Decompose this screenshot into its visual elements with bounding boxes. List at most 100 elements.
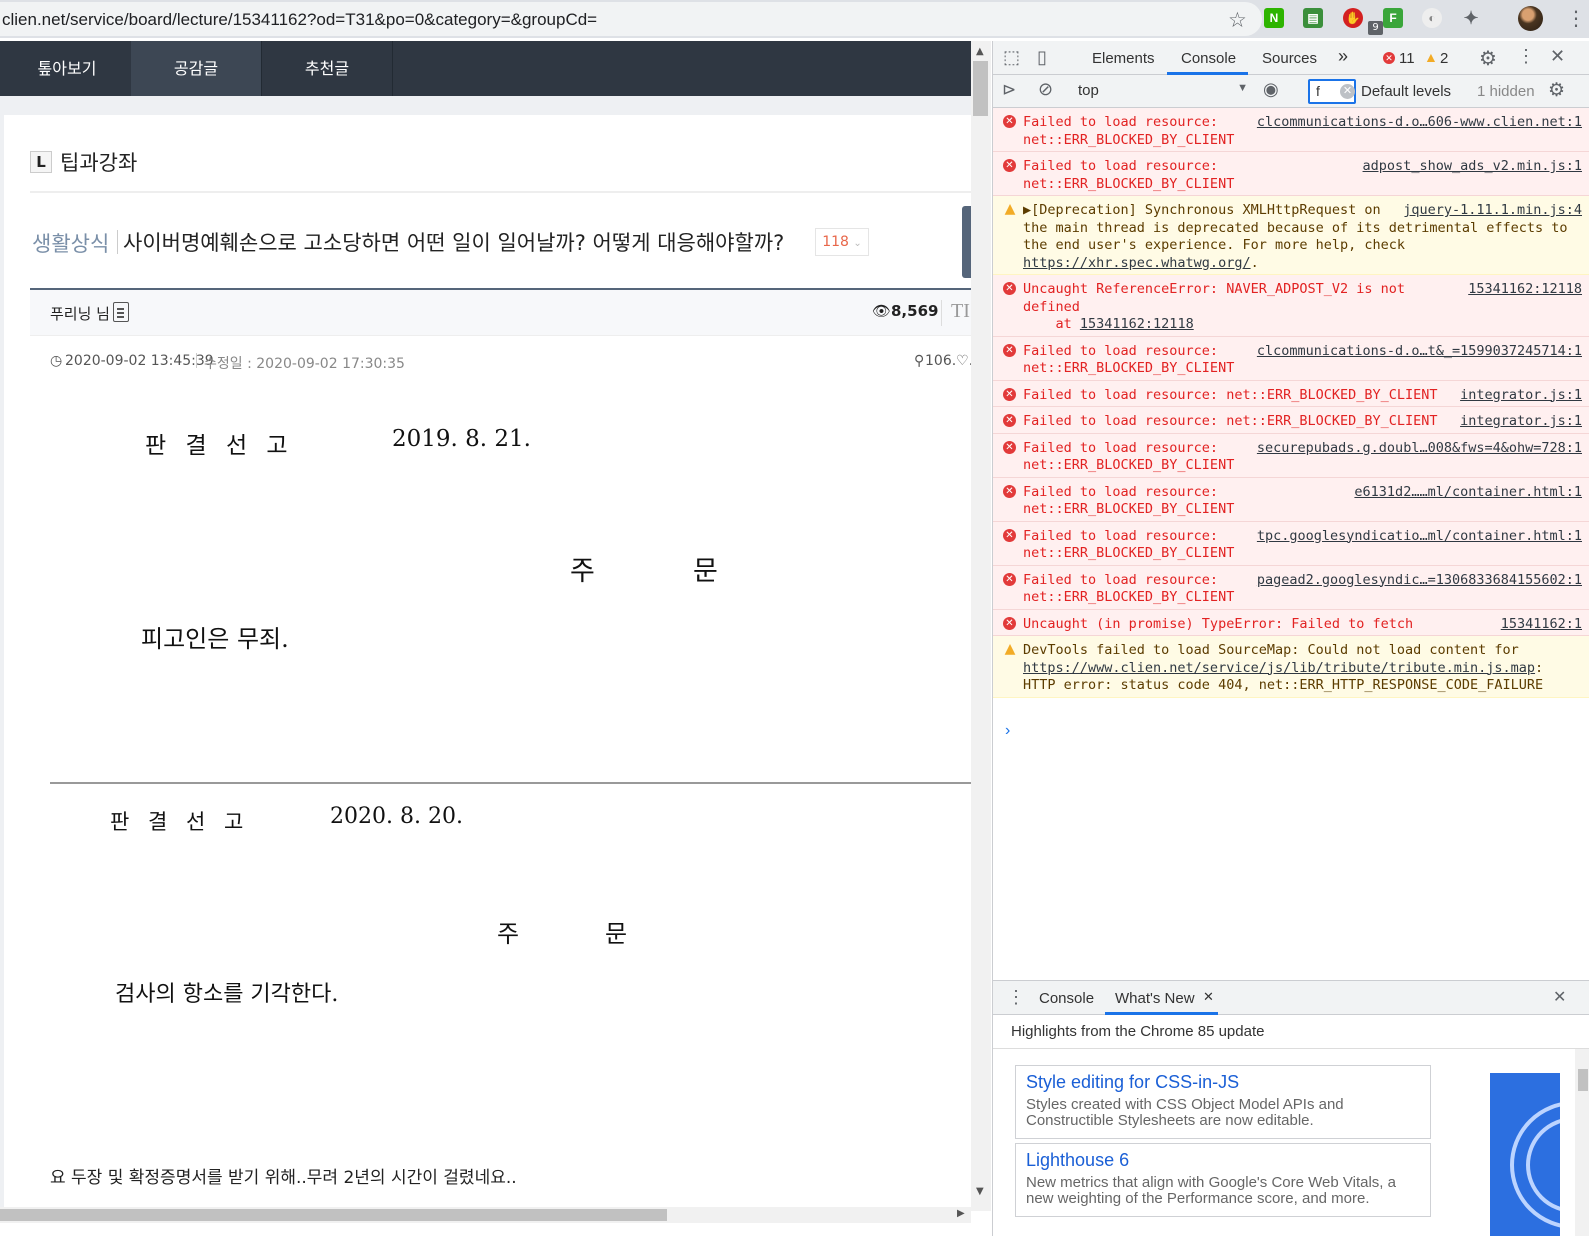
mouse-extension-icon[interactable]: ◐ <box>1422 8 1442 28</box>
message-source-link[interactable]: tpc.googlesyndicatio…ml/container.html:1 <box>1257 528 1582 546</box>
close-drawer-icon[interactable]: ✕ <box>1553 987 1566 1007</box>
close-devtools-icon[interactable]: ✕ <box>1550 46 1565 67</box>
message-source-link[interactable]: 15341162:12118 <box>1468 281 1582 299</box>
scroll-right-arrow-icon[interactable]: ▶ <box>957 1208 965 1219</box>
console-message[interactable]: ✕ e6131d2……ml/container.html:1 Failed to l… <box>993 477 1589 522</box>
console-message[interactable]: ✕ tpc.googlesyndicatio…ml/container.html:… <box>993 521 1589 566</box>
warning-icon[interactable]: ▲ <box>1424 49 1438 65</box>
console-message[interactable]: ✕ 15341162:1 Uncaught (in promise) TypeErr… <box>993 609 1589 636</box>
bookmark-star-icon[interactable]: ☆ <box>1228 8 1247 32</box>
nav-tab-popular[interactable]: 공감글 <box>131 41 262 96</box>
post-category[interactable]: 생활상식 <box>32 228 109 258</box>
stack-prefix: at <box>1023 316 1080 332</box>
console-message[interactable]: ✕ integrator.js:1 Failed to load resource:… <box>993 407 1589 434</box>
error-icon[interactable]: ✕ <box>1383 52 1395 64</box>
console-prompt[interactable]: › <box>1005 722 1010 740</box>
nav-tab-overview[interactable]: 톺아보기 <box>2 41 133 96</box>
warning-count[interactable]: 2 <box>1440 50 1448 67</box>
adblock-extension-icon[interactable]: ✋ <box>1343 8 1363 28</box>
tab-console[interactable]: Console <box>1181 50 1236 67</box>
stack-frame: at 15341162:12118 <box>1023 316 1582 334</box>
whats-new-heading: Highlights from the Chrome 85 update <box>1011 1023 1265 1040</box>
more-tabs-button[interactable]: » <box>1338 46 1348 67</box>
error-icon: ✕ <box>1003 387 1016 401</box>
extension-f-icon[interactable]: F <box>1383 8 1403 28</box>
console-message[interactable]: ✕ adpost_show_ads_v2.min.js:1 Failed to lo… <box>993 152 1589 196</box>
tab-elements[interactable]: Elements <box>1092 50 1155 67</box>
url-text[interactable]: clien.net/service/board/lecture/15341162… <box>2 10 597 30</box>
clock-icon: ◷ <box>50 353 63 369</box>
feature-card-title[interactable]: Style editing for CSS-in-JS <box>1026 1072 1420 1093</box>
settings-gear-icon[interactable]: ⚙ <box>1479 46 1497 71</box>
scrollbar-thumb[interactable] <box>1578 1069 1588 1091</box>
inspect-element-icon[interactable]: ⬚ <box>1003 47 1020 68</box>
error-count[interactable]: 11 <box>1399 50 1415 67</box>
message-text: Failed to load resource: net::ERR_BLOCKE… <box>1023 342 1235 377</box>
devtools-drawer: ⋮ Console What's New ✕ ✕ Highlights from… <box>993 980 1589 1236</box>
console-message[interactable]: ✕ integrator.js:1 Failed to load resource:… <box>993 380 1589 407</box>
message-source-link[interactable]: integrator.js:1 <box>1460 387 1582 405</box>
address-bar[interactable]: clien.net/service/board/lecture/15341162… <box>0 2 1262 36</box>
feature-card[interactable]: Style editing for CSS-in-JS Styles creat… <box>1015 1065 1431 1139</box>
device-toolbar-icon[interactable]: ▯ <box>1037 47 1047 68</box>
scroll-down-arrow-icon[interactable]: ▼ <box>976 1186 984 1197</box>
clear-filter-icon[interactable]: ✕ <box>1340 84 1355 99</box>
doc-date: 2020. 8. 20. <box>330 804 463 829</box>
author-name[interactable]: 푸리닝 님 <box>50 303 110 324</box>
browser-menu-icon[interactable]: ⋮ <box>1566 6 1586 30</box>
profile-avatar[interactable] <box>1518 6 1543 31</box>
board-name[interactable]: 팁과강좌 <box>60 147 137 177</box>
clear-console-icon[interactable]: ⊘ <box>1038 79 1053 100</box>
error-icon: ✕ <box>1003 159 1016 172</box>
dropdown-arrow-icon: ▼ <box>1237 82 1248 94</box>
message-source-link[interactable]: e6131d2……ml/container.html:1 <box>1354 484 1582 502</box>
console-message[interactable]: ▲ DevTools failed to load SourceMap: Coul… <box>993 636 1589 698</box>
console-message[interactable]: ✕ securepubads.g.doubl…008&fws=4&ohw=728:… <box>993 433 1589 478</box>
chevron-down-icon: ⌄ <box>853 238 862 249</box>
close-tab-icon[interactable]: ✕ <box>1203 989 1214 1005</box>
drawer-tab-console[interactable]: Console <box>1039 990 1094 1007</box>
console-message[interactable]: ✕ clcommunications-d.o…606-www.clien.net:… <box>993 108 1589 152</box>
feature-card[interactable]: Lighthouse 6 New metrics that align with… <box>1015 1143 1431 1217</box>
feature-card-desc: New metrics that align with Google's Cor… <box>1026 1174 1396 1207</box>
kebab-menu-icon[interactable]: ⋮ <box>1517 46 1535 67</box>
console-message[interactable]: ▲ jquery-1.11.1.min.js:4 ▶[Deprecation] Sy… <box>993 196 1589 275</box>
message-source-link[interactable]: adpost_show_ads_v2.min.js:1 <box>1363 158 1582 176</box>
scroll-up-arrow-icon[interactable]: ▲ <box>976 46 984 57</box>
message-source-link[interactable]: integrator.js:1 <box>1460 413 1582 431</box>
nav-tab-recommended[interactable]: 추천글 <box>262 41 393 96</box>
message-source-link[interactable]: jquery-1.11.1.min.js:4 <box>1403 202 1582 220</box>
console-settings-icon[interactable]: ⚙ <box>1548 79 1565 102</box>
drawer-tab-whats-new[interactable]: What's New <box>1115 990 1195 1007</box>
scrollbar-thumb[interactable] <box>0 1209 667 1221</box>
message-source-link[interactable]: clcommunications-d.o…606-www.clien.net:1 <box>1257 114 1582 132</box>
scrollbar-thumb[interactable] <box>973 61 988 116</box>
page-vertical-scrollbar[interactable] <box>971 41 991 1211</box>
stack-link[interactable]: 15341162:12118 <box>1080 316 1194 332</box>
document-icon[interactable] <box>113 302 129 322</box>
tab-sources[interactable]: Sources <box>1262 50 1317 67</box>
message-link[interactable]: https://www.clien.net/service/js/lib/tri… <box>1023 660 1535 676</box>
live-expression-eye-icon[interactable]: ◉ <box>1263 79 1279 100</box>
extension-green-icon[interactable]: ▤ <box>1303 8 1323 28</box>
message-source-link[interactable]: clcommunications-d.o…t&_=1599037245714:1 <box>1257 343 1582 361</box>
message-text: Failed to load resource: net::ERR_BLOCKE… <box>1023 114 1235 148</box>
divider <box>941 300 942 326</box>
feature-card-title[interactable]: Lighthouse 6 <box>1026 1150 1420 1171</box>
comment-count: 118 <box>822 234 849 250</box>
extensions-puzzle-icon[interactable]: ✦ <box>1461 8 1481 28</box>
message-source-link[interactable]: pagead2.googlesyndic…=1306833684155602:1 <box>1257 572 1582 590</box>
message-source-link[interactable]: securepubads.g.doubl…008&fws=4&ohw=728:1 <box>1257 440 1582 458</box>
console-message[interactable]: ✕ 15341162:12118 Uncaught ReferenceError: … <box>993 275 1589 337</box>
console-message[interactable]: ✕ clcommunications-d.o…t&_=1599037245714:… <box>993 336 1589 381</box>
drawer-menu-icon[interactable]: ⋮ <box>1007 987 1025 1008</box>
warning-icon: ▲ <box>1004 201 1016 217</box>
console-message[interactable]: ✕ pagead2.googlesyndic…=1306833684155602:… <box>993 565 1589 610</box>
sidebar-toggle-icon[interactable]: ⊳ <box>1002 80 1016 100</box>
context-selector[interactable]: top ▼ <box>1078 82 1248 102</box>
message-source-link[interactable]: 15341162:1 <box>1501 616 1582 634</box>
naver-extension-icon[interactable]: N <box>1264 8 1284 28</box>
comment-count-button[interactable]: 118 ⌄ <box>815 228 869 256</box>
log-levels-dropdown[interactable]: Default levels <box>1361 83 1451 100</box>
message-link[interactable]: https://xhr.spec.whatwg.org/ <box>1023 255 1251 271</box>
